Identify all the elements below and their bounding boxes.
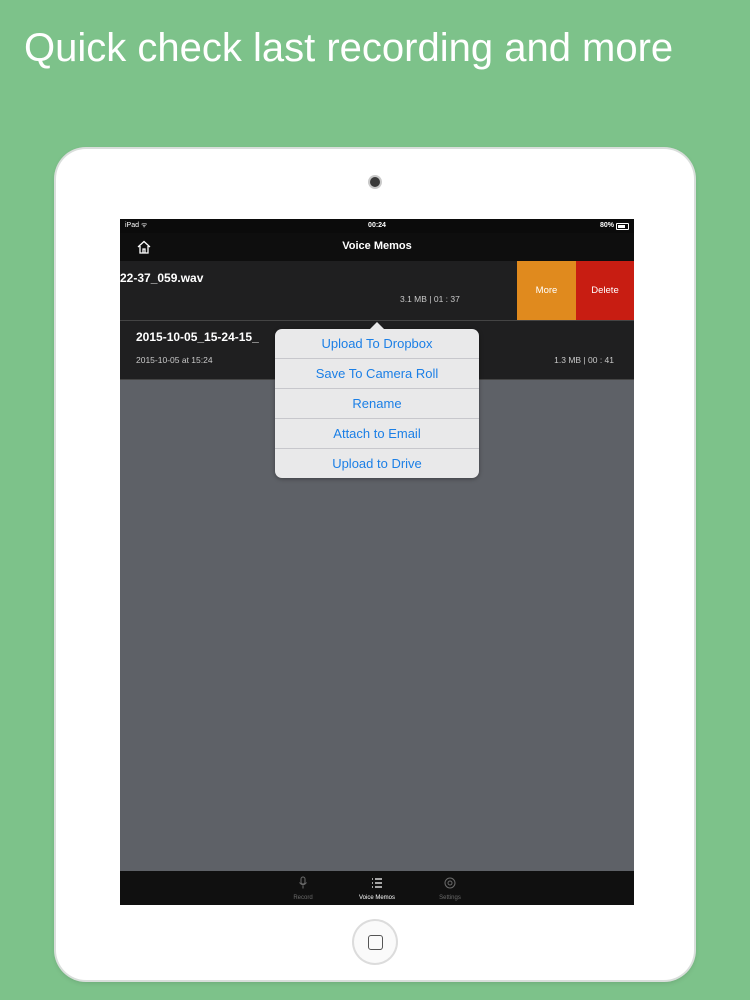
tab-settings[interactable]: Settings [410, 871, 490, 905]
nav-bar: Voice Memos [120, 233, 634, 261]
microphone-icon [299, 876, 307, 889]
status-battery: 80% [599, 222, 614, 229]
status-time: 00:24 [368, 222, 386, 229]
tab-record[interactable]: Record [263, 871, 343, 905]
tab-label: Record [293, 895, 313, 901]
nav-title: Voice Memos [342, 240, 412, 252]
square-icon [367, 934, 383, 950]
menu-item-save-camera-roll[interactable]: Save To Camera Roll [275, 359, 479, 389]
delete-button[interactable]: Delete [576, 261, 634, 320]
gear-icon [444, 877, 456, 889]
recording-meta: 1.3 MB | 00 : 41 [554, 355, 614, 365]
tab-bar: Record Voice Memos Settings [120, 871, 634, 905]
recording-row[interactable]: 22-37_059.wav 3.1 MB | 01 : 37 More Dele… [120, 261, 634, 321]
headline: Quick check last recording and more [24, 26, 674, 70]
status-bar: iPad ᯤ 00:24 80% [120, 219, 634, 233]
tab-label: Settings [439, 895, 461, 901]
recording-meta: 3.1 MB | 01 : 37 [400, 294, 460, 304]
battery-icon [616, 223, 629, 230]
camera-icon [370, 177, 380, 187]
recording-date: 2015-10-05 at 15:24 [136, 355, 213, 365]
more-actions-popover: Upload To Dropbox Save To Camera Roll Re… [275, 322, 479, 478]
menu-item-upload-drive[interactable]: Upload to Drive [275, 449, 479, 478]
tab-label: Voice Memos [358, 895, 395, 901]
app-screen: iPad ᯤ 00:24 80% Voice Memos 22-37_059.w… [120, 219, 634, 905]
home-button[interactable] [354, 921, 396, 963]
menu-item-attach-email[interactable]: Attach to Email [275, 419, 479, 449]
list-icon [372, 878, 382, 888]
ipad-frame: iPad ᯤ 00:24 80% Voice Memos 22-37_059.w… [56, 149, 694, 980]
recording-name: 22-37_059.wav [120, 271, 204, 285]
more-button[interactable]: More [517, 261, 576, 320]
recording-name: 2015-10-05_15-24-15_ [136, 330, 259, 344]
menu-item-rename[interactable]: Rename [275, 389, 479, 419]
tab-voice-memos[interactable]: Voice Memos [337, 871, 417, 905]
menu-item-upload-dropbox[interactable]: Upload To Dropbox [275, 329, 479, 359]
popover-arrow [369, 322, 385, 330]
